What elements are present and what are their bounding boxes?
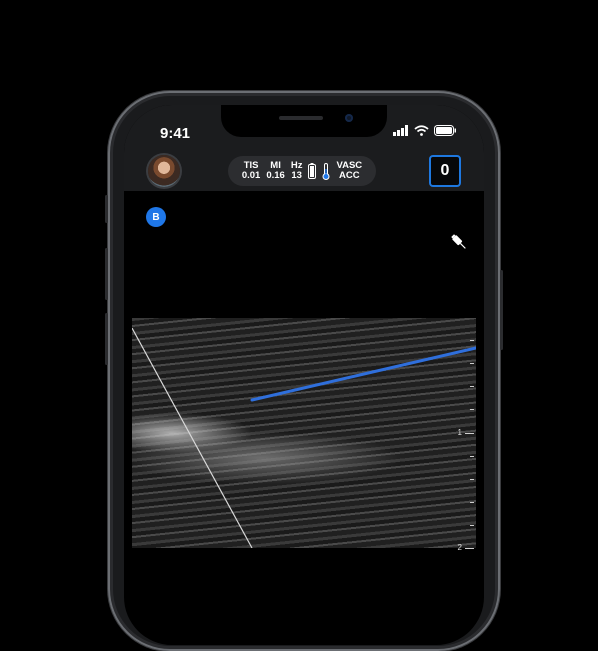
depth-tick [470, 502, 474, 503]
metric-mi: MI 0.16 [266, 161, 285, 181]
acoustic-output-pill[interactable]: TIS 0.01 MI 0.16 Hz 13 VASC ACC [228, 156, 376, 186]
battery-icon [434, 125, 456, 136]
needle-icon[interactable] [450, 233, 468, 251]
status-icons [393, 125, 456, 136]
side-button-left [105, 195, 108, 223]
volume-down-button [105, 313, 108, 365]
depth-tick [470, 363, 474, 364]
frame-counter-button[interactable]: 0 [429, 155, 461, 187]
depth-label-1: 1 [457, 428, 462, 437]
depth-tick [470, 456, 474, 457]
metric-value: 0.01 [241, 170, 261, 181]
depth-tick [470, 525, 474, 526]
depth-tick [470, 409, 474, 410]
thermometer-icon [322, 162, 330, 180]
camera [345, 114, 353, 122]
mode-badge[interactable]: B [146, 207, 166, 227]
depth-scale: 1 2 [457, 318, 474, 552]
metric-value: 0.16 [266, 170, 285, 181]
wifi-icon [414, 125, 429, 136]
signal-icon [393, 125, 408, 136]
depth-tick-major [465, 548, 474, 549]
probe-battery-icon [308, 163, 317, 179]
preset-label: VASC ACC [336, 161, 362, 181]
needle-overlay [132, 327, 476, 548]
preset-line-2: ACC [339, 170, 360, 181]
depth-label-2: 2 [457, 543, 462, 552]
metric-value: 13 [291, 170, 302, 181]
depth-tick [470, 386, 474, 387]
phone-screen: 9:41 TIS 0.01 MI 0.16 Hz 13 VASC ACC 0 B… [124, 105, 484, 645]
notch [221, 105, 387, 137]
frame-count: 0 [440, 162, 450, 179]
depth-tick [470, 479, 474, 480]
speaker [279, 116, 323, 120]
depth-tick [470, 340, 474, 341]
metric-hz: Hz 13 [291, 161, 303, 181]
ultrasound-image[interactable] [132, 318, 476, 548]
status-time: 9:41 [160, 125, 191, 142]
volume-up-button [105, 248, 108, 300]
avatar[interactable] [148, 155, 180, 187]
power-button [500, 270, 503, 350]
depth-tick-major [465, 433, 474, 434]
metric-tis: TIS 0.01 [242, 161, 261, 181]
